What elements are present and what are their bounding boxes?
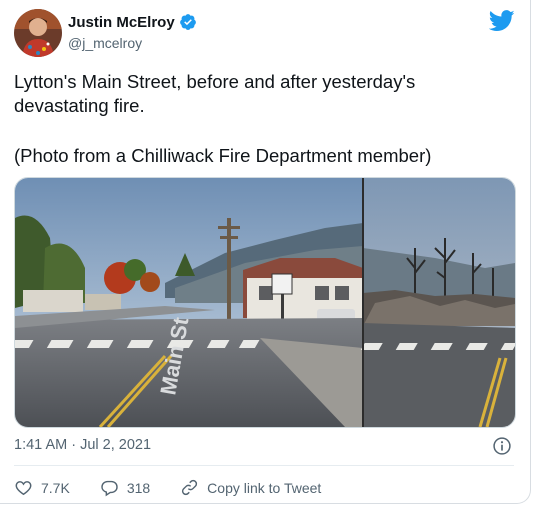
avatar[interactable] [14,9,62,57]
verified-badge-icon [179,14,196,30]
tweet-text-line: Lytton's Main Street, before and after y… [14,71,416,116]
like-count: 7.7K [41,479,70,496]
divider [14,465,514,466]
tweet-timestamp[interactable]: 1:41 AM · Jul 2, 2021 [14,437,151,453]
like-button[interactable]: 7.7K [14,478,70,497]
reply-button[interactable]: 318 [100,478,150,497]
author-handle[interactable]: @j_mcelroy [68,35,142,51]
info-icon[interactable] [492,436,512,456]
copy-link-button[interactable]: Copy link to Tweet [180,478,321,497]
author-name-text[interactable]: Justin McElroy [68,14,175,31]
reply-icon [101,480,118,497]
copy-link-label: Copy link to Tweet [207,479,322,496]
link-icon [182,479,198,496]
twitter-logo-icon[interactable] [489,10,515,32]
heart-icon [15,481,32,496]
tweet-actions: 7.7K 318 Copy link to Tweet [14,478,351,497]
author-name[interactable]: Justin McElroy [68,13,197,31]
reply-count: 318 [126,479,151,496]
tweet-photo[interactable]: Main St [14,177,516,428]
tweet-card: Justin McElroy @j_mcelroy Lytton's Main … [0,0,531,504]
tweet-text: Lytton's Main Street, before and after y… [14,70,504,168]
tweet-text-line: (Photo from a Chilliwack Fire Department… [14,145,432,166]
